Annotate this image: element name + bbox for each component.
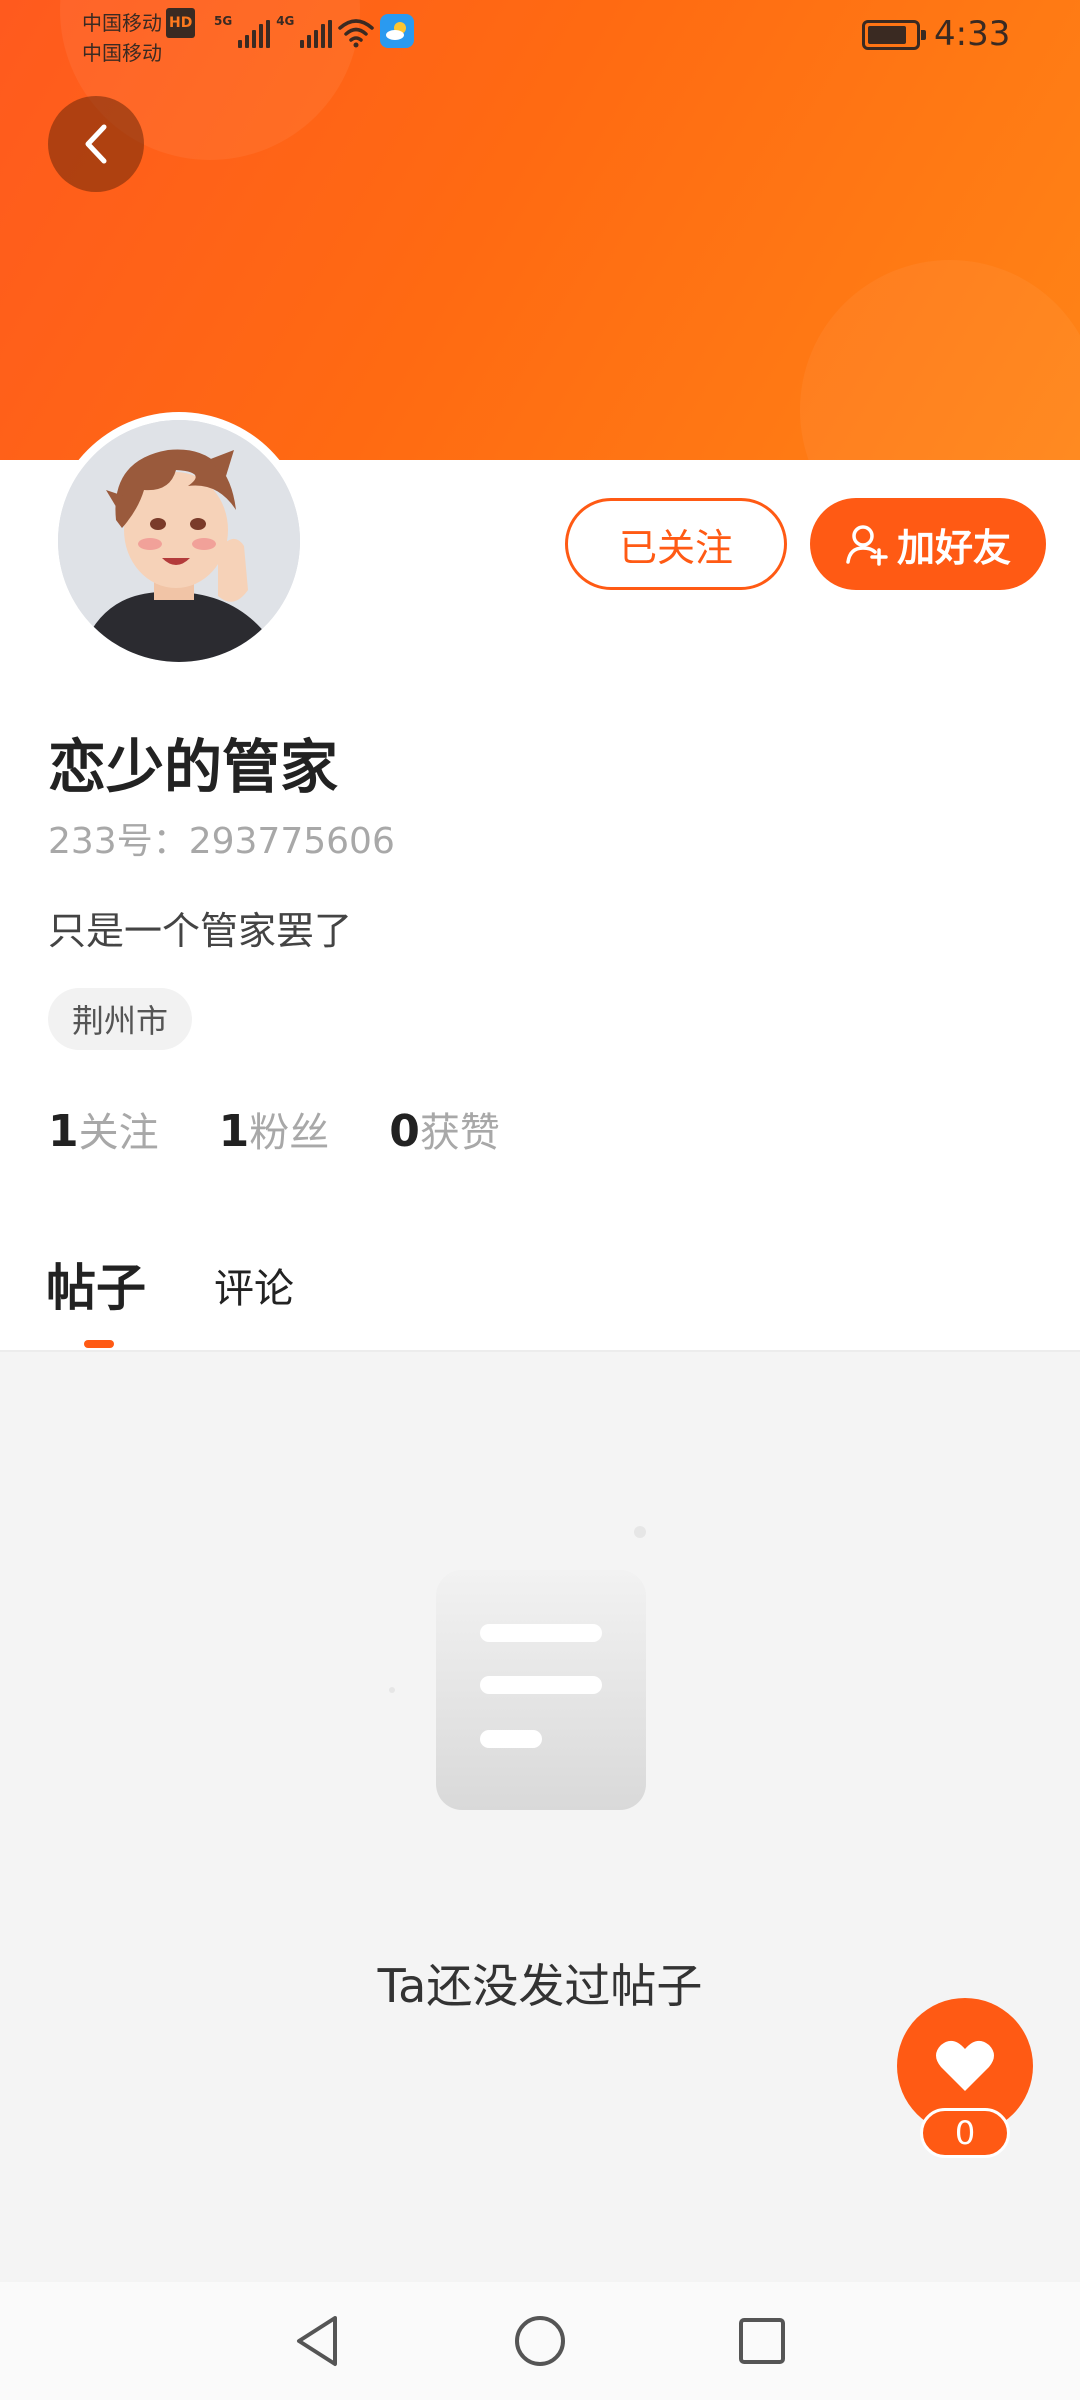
followed-button-label: 已关注 <box>618 525 733 570</box>
wifi-icon <box>338 19 375 48</box>
nav-recents-button[interactable] <box>726 2305 798 2377</box>
chevron-left-icon <box>85 124 107 164</box>
status-bar: 中国移动 HD 中国移动 5G 4G 4:33 <box>0 0 1080 70</box>
avatar[interactable] <box>50 412 308 670</box>
tab-divider <box>0 1350 1080 1352</box>
user-bio: 只是一个管家罢了 <box>48 909 353 953</box>
tab-posts[interactable]: 帖子 <box>46 1248 146 1320</box>
add-friend-button[interactable]: 加好友 <box>810 498 1046 590</box>
battery-icon <box>862 20 926 50</box>
signal-strength-icon <box>238 20 271 48</box>
stat-followers-count: 1 <box>218 1106 250 1157</box>
signal-indicators: 5G 4G <box>214 14 415 48</box>
stat-likes[interactable]: 0获赞 <box>389 1100 500 1158</box>
weather-app-icon <box>380 14 415 48</box>
followed-button[interactable]: 已关注 <box>565 498 787 590</box>
like-count-badge: 0 <box>920 2108 1010 2158</box>
square-recents-icon <box>739 2318 785 2364</box>
status-time: 4:33 <box>934 14 1011 54</box>
network-type-label: 4G <box>276 14 295 28</box>
location-label: 荆州市 <box>72 1002 169 1040</box>
network-type-label: 5G <box>214 14 233 28</box>
triangle-back-icon <box>297 2316 337 2366</box>
hd-badge: HD <box>166 8 196 38</box>
empty-state-text: Ta还没发过帖子 <box>377 1959 703 2013</box>
nav-back-button[interactable] <box>282 2305 354 2377</box>
stat-likes-count: 0 <box>389 1106 420 1157</box>
active-tab-indicator <box>84 1340 114 1348</box>
user-id: 233号：293775606 <box>48 821 395 862</box>
profile-stats: 1关注 1粉丝 0获赞 <box>48 1100 500 1158</box>
back-button[interactable] <box>48 96 144 192</box>
stat-likes-label: 获赞 <box>419 1110 500 1156</box>
banner-decoration <box>800 260 1080 460</box>
empty-document-icon <box>389 1526 646 1810</box>
nav-home-button[interactable] <box>504 2305 576 2377</box>
stat-followers-label: 粉丝 <box>249 1110 330 1156</box>
tab-comments[interactable]: 评论 <box>214 1256 294 1314</box>
heart-icon <box>936 2040 994 2091</box>
system-nav-bar <box>0 2282 1080 2400</box>
carrier-name-1: 中国移动 <box>82 11 162 35</box>
avatar-image <box>58 420 300 662</box>
stat-following-count: 1 <box>48 1106 79 1157</box>
stat-following-label: 关注 <box>78 1110 159 1156</box>
add-user-icon <box>846 525 888 566</box>
carrier-info: 中国移动 HD 中国移动 <box>82 8 196 68</box>
signal-strength-icon <box>300 20 333 48</box>
stat-following[interactable]: 1关注 <box>48 1100 159 1158</box>
location-tag: 荆州市 <box>48 988 193 1050</box>
carrier-name-2: 中国移动 <box>82 41 162 65</box>
add-friend-button-label: 加好友 <box>896 525 1011 570</box>
username: 恋少的管家 <box>48 733 339 801</box>
stat-followers[interactable]: 1粉丝 <box>219 1100 330 1158</box>
circle-home-icon <box>515 2316 565 2366</box>
